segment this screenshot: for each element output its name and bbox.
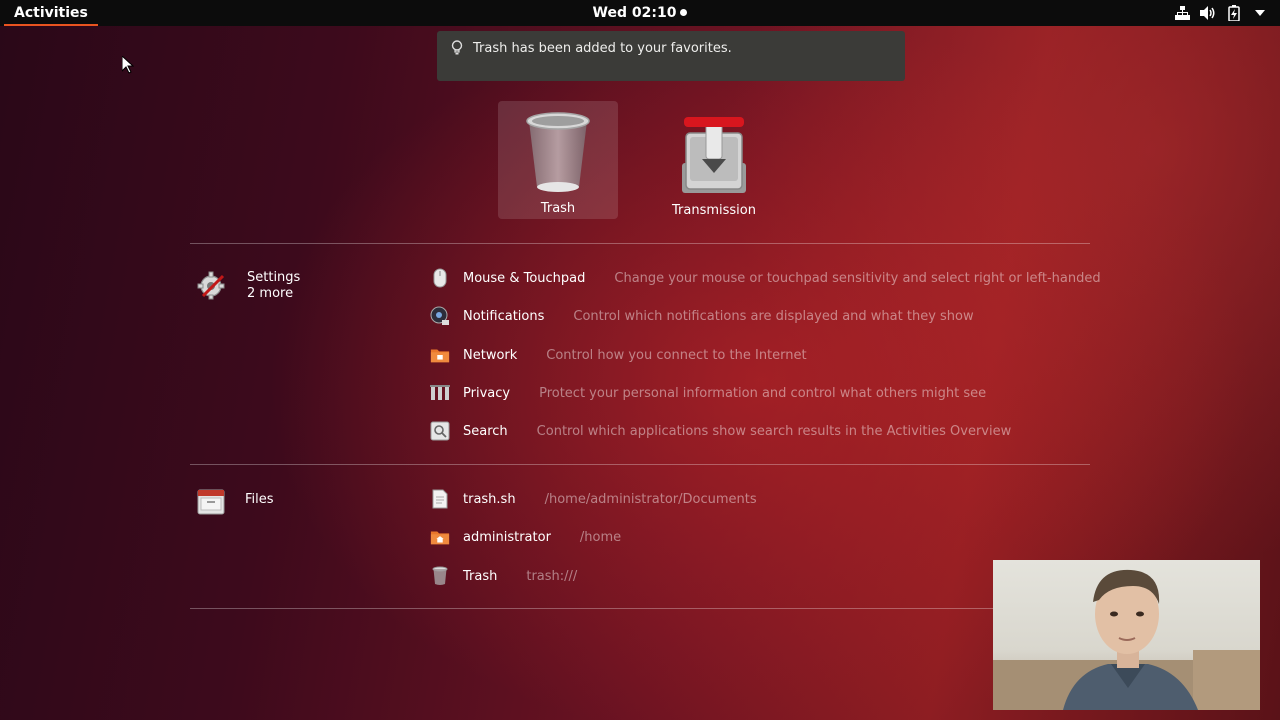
settings-app-icon	[197, 270, 227, 304]
transmission-app-icon	[676, 113, 752, 199]
result-notifications[interactable]: Notifications Control which notification…	[430, 304, 974, 328]
files-provider[interactable]: Files	[197, 488, 274, 520]
section-divider	[190, 464, 1090, 465]
clock-menu[interactable]: Wed 02:10	[0, 0, 1280, 26]
notification-dot-icon	[680, 9, 688, 16]
top-bar: Activities Wed 02:10	[0, 0, 1280, 26]
app-tile-transmission[interactable]: Transmission	[654, 101, 774, 219]
mouse-cursor-icon	[121, 54, 135, 78]
result-description: Protect your personal information and co…	[539, 385, 987, 401]
trash-app-icon	[523, 109, 593, 197]
result-title: Trash	[463, 568, 498, 584]
notifications-icon	[430, 306, 450, 326]
app-tile-trash[interactable]: Trash	[498, 101, 618, 219]
result-title: Network	[463, 347, 518, 363]
section-divider	[190, 243, 1090, 244]
app-tile-label: Transmission	[672, 203, 756, 218]
trash-icon	[430, 566, 450, 586]
result-description: Change your mouse or touchpad sensitivit…	[614, 270, 1101, 286]
section-divider	[190, 608, 1090, 609]
result-privacy[interactable]: Privacy Protect your personal informatio…	[430, 381, 986, 405]
battery-icon[interactable]	[1226, 5, 1242, 21]
mouse-icon	[430, 268, 450, 288]
system-tray[interactable]	[1174, 0, 1268, 26]
result-description: /home/administrator/Documents	[544, 491, 757, 507]
home-folder-icon	[430, 527, 450, 547]
result-title: Privacy	[463, 385, 511, 401]
privacy-icon	[430, 383, 450, 403]
settings-provider[interactable]: Settings 2 more	[197, 270, 300, 304]
files-app-icon	[197, 488, 225, 520]
result-description: /home	[579, 529, 622, 545]
result-title: Search	[463, 423, 508, 439]
result-description: trash:///	[526, 568, 578, 584]
result-title: Notifications	[463, 308, 545, 324]
presenter-video-image	[993, 569, 1260, 710]
webcam-overlay	[993, 560, 1260, 710]
result-description: Control which notifications are displaye…	[573, 308, 974, 324]
result-network[interactable]: Network Control how you connect to the I…	[430, 343, 807, 367]
network-icon[interactable]	[1174, 5, 1190, 21]
result-trash-sh[interactable]: trash.sh /home/administrator/Documents	[430, 487, 757, 511]
notification-banner[interactable]: Trash has been added to your favorites.	[437, 31, 905, 81]
result-description: Control how you connect to the Internet	[546, 347, 807, 363]
result-description: Control which applications show search r…	[536, 423, 1012, 439]
provider-more-link[interactable]: 2 more	[247, 286, 300, 302]
result-trash[interactable]: Trash trash:///	[430, 564, 577, 588]
result-administrator[interactable]: administrator /home	[430, 525, 621, 549]
result-mouse-touchpad[interactable]: Mouse & Touchpad Change your mouse or to…	[430, 266, 1101, 290]
search-settings-icon	[430, 421, 450, 441]
clock-label: Wed 02:10	[592, 5, 677, 21]
lightbulb-icon	[451, 40, 463, 60]
network-folder-icon	[430, 345, 450, 365]
notification-text: Trash has been added to your favorites.	[473, 41, 732, 56]
provider-name: Files	[245, 492, 274, 507]
result-title: administrator	[463, 529, 551, 545]
result-search[interactable]: Search Control which applications show s…	[430, 419, 1011, 443]
text-file-icon	[430, 489, 450, 509]
result-title: trash.sh	[463, 491, 516, 507]
system-menu-arrow-icon[interactable]	[1252, 5, 1268, 21]
app-tile-label: Trash	[540, 201, 576, 216]
provider-name: Settings	[247, 270, 301, 285]
volume-icon[interactable]	[1200, 5, 1216, 21]
result-title: Mouse & Touchpad	[463, 270, 586, 286]
